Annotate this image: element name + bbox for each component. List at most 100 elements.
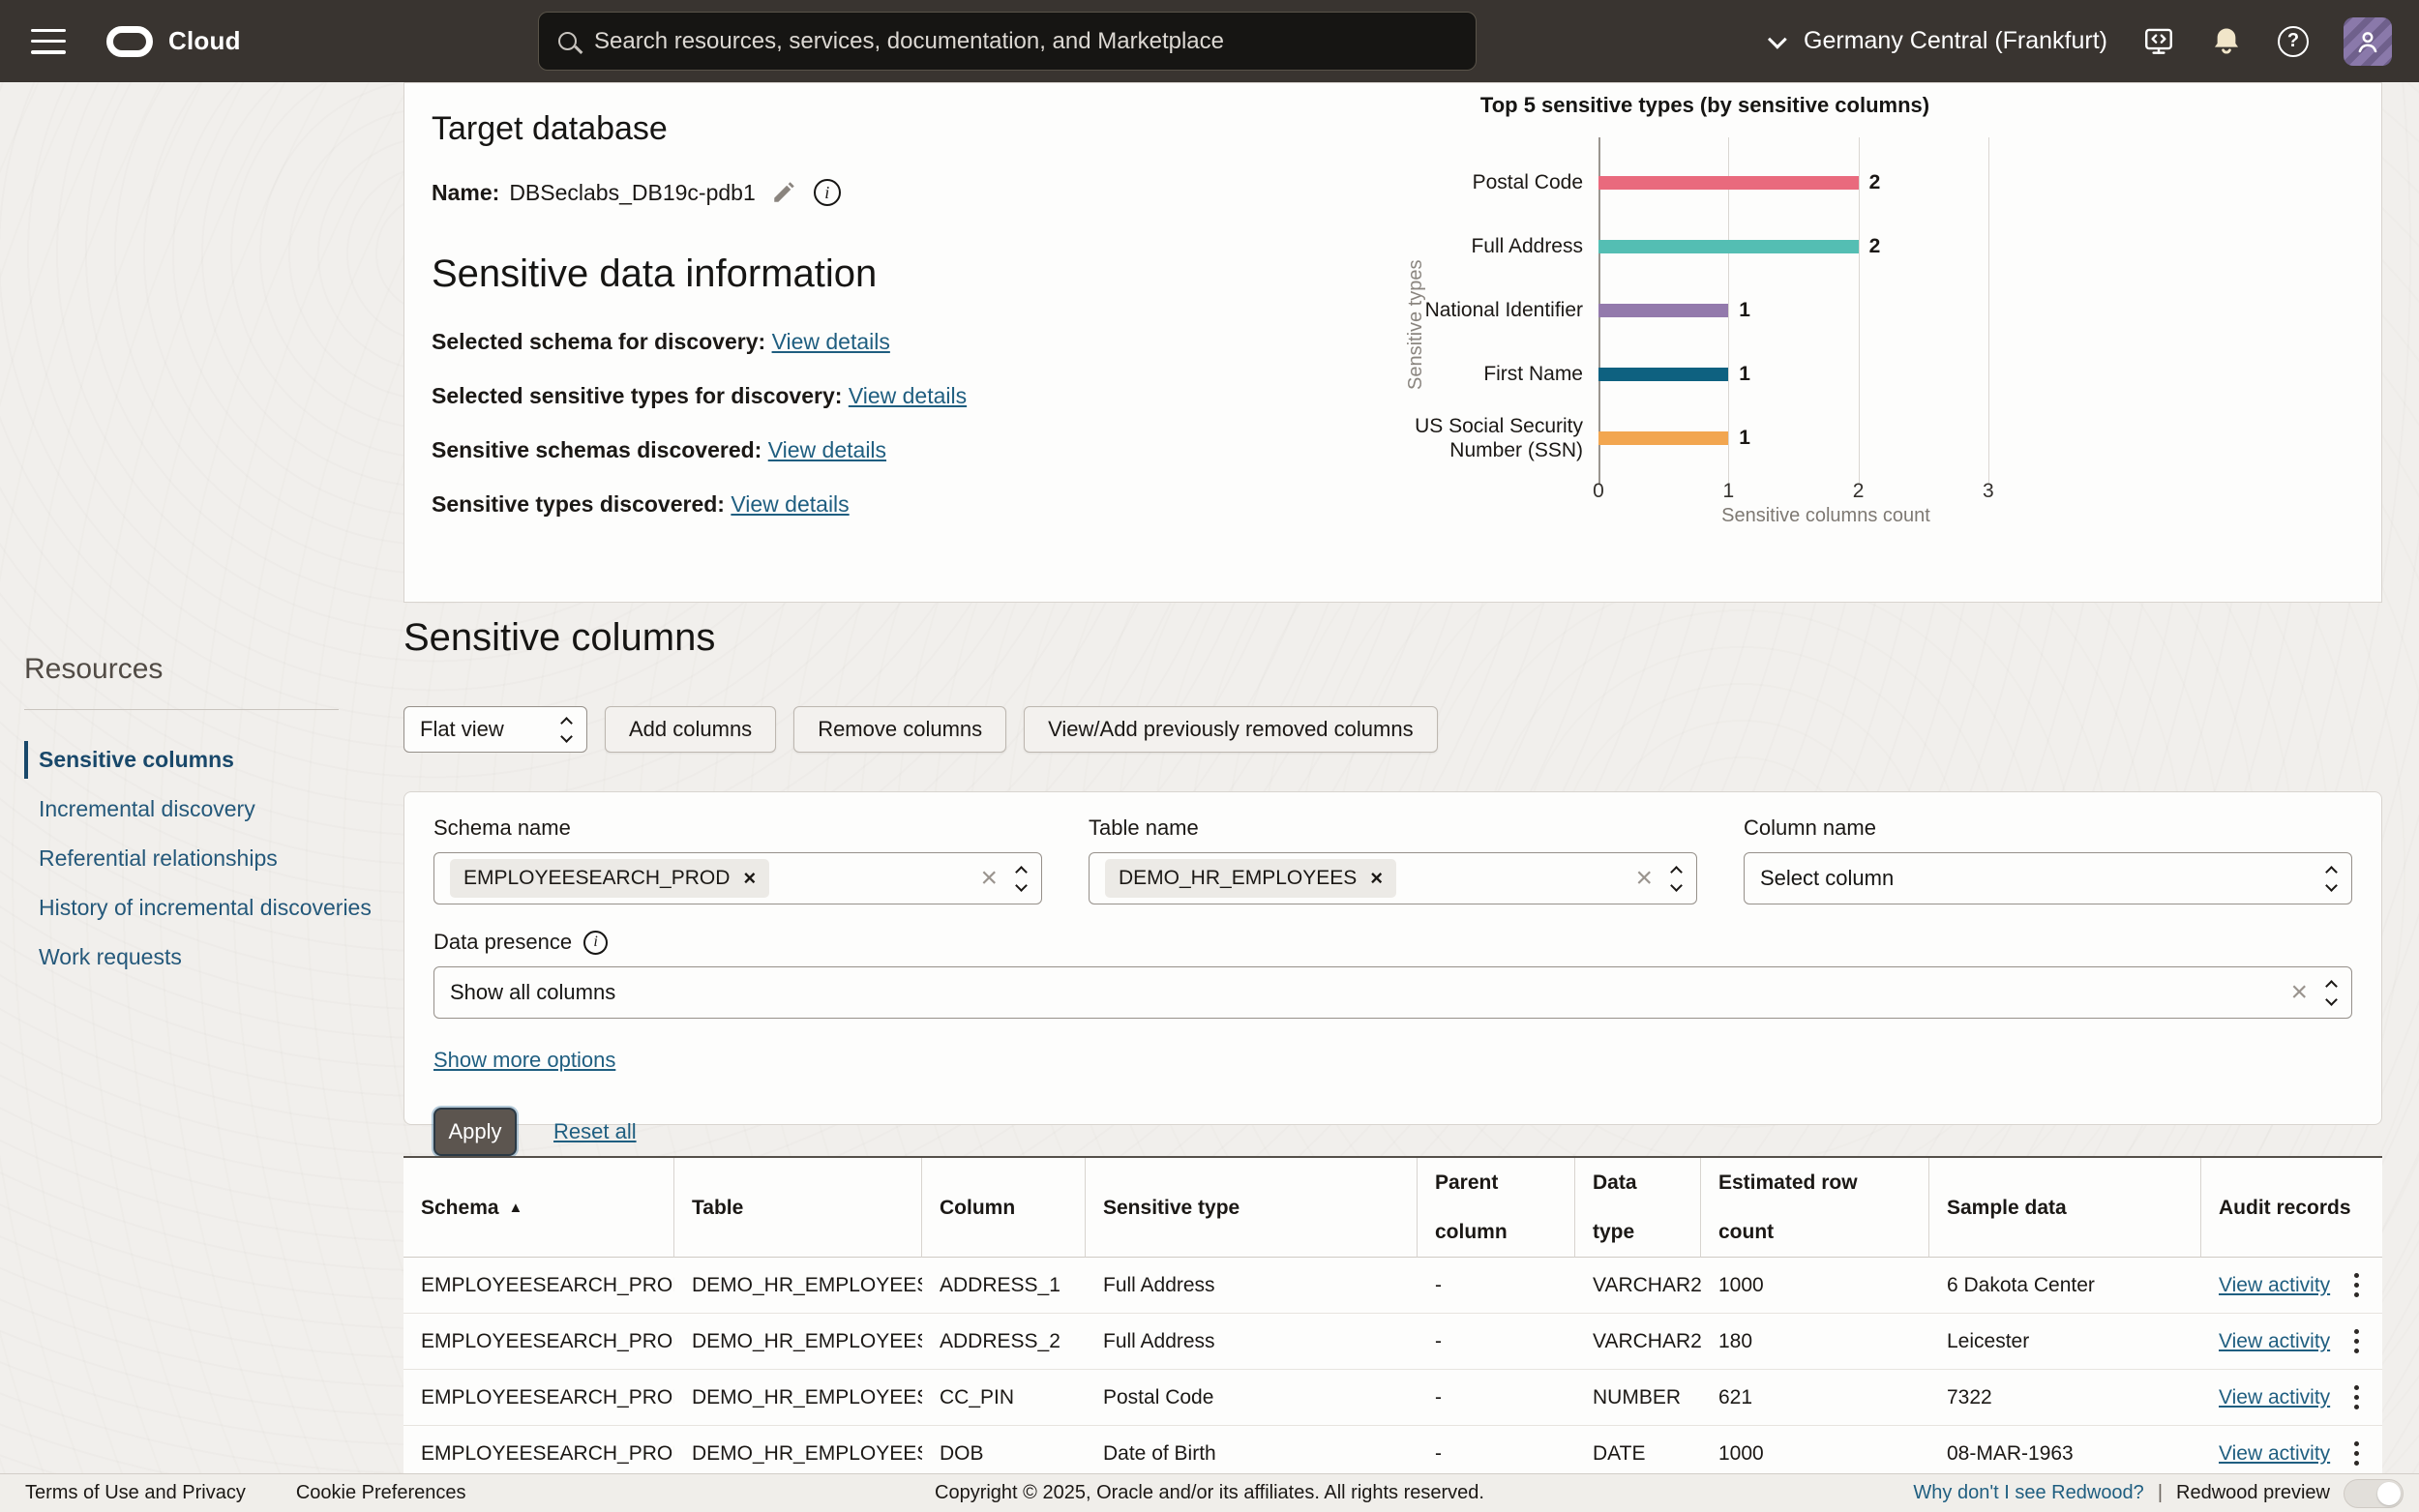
- column-header-data-type[interactable]: Data type: [1575, 1158, 1701, 1258]
- region-selector[interactable]: Germany Central (Frankfurt): [1773, 27, 2107, 55]
- remove-columns-button[interactable]: Remove columns: [793, 706, 1006, 753]
- footer: Terms of Use and Privacy Cookie Preferen…: [0, 1473, 2419, 1512]
- view-add-removed-columns-button[interactable]: View/Add previously removed columns: [1024, 706, 1437, 753]
- column-header-sensitive-type[interactable]: Sensitive type: [1086, 1158, 1418, 1258]
- column-select-value: Select column: [1760, 866, 1894, 891]
- sensitive-data-info-title: Sensitive data information: [432, 252, 1380, 296]
- table-controls: Flat view Add columns Remove columns Vie…: [403, 706, 1438, 753]
- view-activity-link[interactable]: View activity: [2219, 1258, 2330, 1313]
- chart-bar-row: Full Address2: [1395, 215, 2131, 279]
- why-redwood-link[interactable]: Why don't I see Redwood?: [1913, 1482, 2143, 1504]
- column-header-audit-records[interactable]: Audit records: [2201, 1158, 2382, 1258]
- apply-button[interactable]: Apply: [433, 1108, 517, 1156]
- column-name-label: Column name: [1744, 815, 2352, 841]
- data-presence-stepper-icon[interactable]: [2308, 982, 2336, 1004]
- sidebar-item-history-of-incremental-discoveries[interactable]: History of incremental discoveries: [24, 883, 382, 933]
- global-search[interactable]: [538, 12, 1477, 71]
- resources-sidebar: Resources Sensitive columnsIncremental d…: [24, 653, 382, 982]
- table-cell: Leicester: [1929, 1314, 2201, 1370]
- table-cell: EMPLOYEESEARCH_PROD: [403, 1314, 674, 1370]
- info-row: Selected schema for discovery: View deta…: [432, 329, 1380, 355]
- redwood-preview-toggle[interactable]: [2344, 1479, 2404, 1508]
- terms-link[interactable]: Terms of Use and Privacy: [25, 1482, 246, 1504]
- table-name-label: Table name: [1089, 815, 1697, 841]
- content-area: Resources Sensitive columnsIncremental d…: [0, 82, 2419, 1512]
- view-mode-value: Flat view: [420, 717, 504, 742]
- sidebar-item-referential-relationships[interactable]: Referential relationships: [24, 834, 382, 883]
- schema-name-field[interactable]: EMPLOYEESEARCH_PROD × ×: [433, 852, 1042, 904]
- view-details-link[interactable]: View details: [731, 491, 849, 517]
- sidebar-item-incremental-discovery[interactable]: Incremental discovery: [24, 785, 382, 834]
- column-name-field[interactable]: Select column: [1744, 852, 2352, 904]
- chart-bar-row: First Name1: [1395, 342, 2131, 406]
- show-more-options-link[interactable]: Show more options: [433, 1048, 615, 1073]
- summary-panel: Target database Name: DBSeclabs_DB19c-pd…: [403, 82, 2382, 603]
- schema-name-label: Schema name: [433, 815, 1042, 841]
- column-stepper-icon[interactable]: [2308, 868, 2336, 890]
- view-activity-link[interactable]: View activity: [2219, 1314, 2330, 1369]
- table-chip-label: DEMO_HR_EMPLOYEES: [1119, 867, 1357, 890]
- chart-category-label: US Social Security Number (SSN): [1395, 414, 1598, 462]
- table-name-field[interactable]: DEMO_HR_EMPLOYEES × ×: [1089, 852, 1697, 904]
- column-header-column[interactable]: Column: [922, 1158, 1086, 1258]
- column-header-table[interactable]: Table: [674, 1158, 922, 1258]
- column-header-parent-column[interactable]: Parent column: [1418, 1158, 1575, 1258]
- view-details-link[interactable]: View details: [849, 383, 967, 408]
- view-mode-select[interactable]: Flat view: [403, 706, 587, 753]
- column-header-estimated-row-count[interactable]: Estimated row count: [1701, 1158, 1929, 1258]
- chart-x-tick: 2: [1853, 480, 1865, 503]
- data-presence-field[interactable]: Show all columns ×: [433, 966, 2352, 1019]
- data-presence-value: Show all columns: [450, 980, 615, 1005]
- notifications-bell-icon[interactable]: [2210, 25, 2243, 58]
- table-cell: Postal Code: [1086, 1370, 1418, 1426]
- data-presence-clear-icon[interactable]: ×: [2290, 978, 2308, 1007]
- resources-title: Resources: [24, 653, 382, 686]
- filters-panel: Schema name EMPLOYEESEARCH_PROD × ×: [403, 791, 2382, 1125]
- cloud-shell-icon[interactable]: [2142, 25, 2175, 58]
- add-columns-button[interactable]: Add columns: [605, 706, 776, 753]
- info-row: Sensitive schemas discovered: View detai…: [432, 437, 1380, 463]
- sidebar-item-sensitive-columns[interactable]: Sensitive columns: [24, 735, 382, 785]
- search-input[interactable]: [594, 28, 1456, 55]
- view-details-link[interactable]: View details: [768, 437, 886, 462]
- sidebar-item-work-requests[interactable]: Work requests: [24, 933, 382, 982]
- table-cell: ADDRESS_2: [922, 1314, 1086, 1370]
- table-clear-icon[interactable]: ×: [1635, 864, 1653, 893]
- schema-clear-icon[interactable]: ×: [980, 864, 998, 893]
- menu-icon[interactable]: [31, 29, 66, 54]
- chart-bar-row: National Identifier1: [1395, 279, 2131, 342]
- row-actions-kebab-icon[interactable]: [2348, 1436, 2365, 1471]
- chart-value-label: 1: [1739, 427, 1750, 450]
- schema-stepper-icon[interactable]: [998, 868, 1026, 890]
- info-icon[interactable]: i: [814, 179, 841, 206]
- chart-x-tick: 0: [1593, 480, 1604, 503]
- table-cell: 7322: [1929, 1370, 2201, 1426]
- table-row: EMPLOYEESEARCH_PRODDEMO_HR_EMPLOYEESADDR…: [403, 1258, 2382, 1314]
- table-cell: VARCHAR2: [1575, 1258, 1701, 1314]
- table-cell: VARCHAR2: [1575, 1314, 1701, 1370]
- table-stepper-icon[interactable]: [1653, 868, 1681, 890]
- user-avatar[interactable]: [2344, 17, 2392, 66]
- row-actions-kebab-icon[interactable]: [2348, 1379, 2365, 1415]
- column-header-schema[interactable]: Schema▲: [403, 1158, 674, 1258]
- table-row: EMPLOYEESEARCH_PRODDEMO_HR_EMPLOYEESCC_P…: [403, 1370, 2382, 1426]
- view-details-link[interactable]: View details: [772, 329, 890, 354]
- edit-pencil-icon[interactable]: [771, 180, 796, 205]
- top5-sensitive-types-chart: Top 5 sensitive types (by sensitive colu…: [1395, 93, 2131, 527]
- chart-bar-row: Postal Code2: [1395, 151, 2131, 215]
- page: Cloud Germany Central (Frankfurt): [0, 0, 2419, 1512]
- chart-bar: [1598, 240, 1859, 253]
- cookie-preferences-link[interactable]: Cookie Preferences: [296, 1482, 466, 1504]
- reset-all-link[interactable]: Reset all: [553, 1119, 637, 1144]
- row-actions-kebab-icon[interactable]: [2348, 1267, 2365, 1303]
- column-header-sample-data[interactable]: Sample data: [1929, 1158, 2201, 1258]
- view-activity-link[interactable]: View activity: [2219, 1370, 2330, 1425]
- schema-chip-remove-icon[interactable]: ×: [743, 868, 756, 889]
- help-icon[interactable]: ?: [2278, 26, 2309, 57]
- chart-bar: [1598, 304, 1728, 317]
- chart-category-label: Full Address: [1395, 234, 1598, 258]
- table-chip-remove-icon[interactable]: ×: [1370, 868, 1383, 889]
- table-chip: DEMO_HR_EMPLOYEES ×: [1105, 859, 1396, 898]
- data-presence-info-icon[interactable]: i: [583, 931, 608, 955]
- row-actions-kebab-icon[interactable]: [2348, 1323, 2365, 1359]
